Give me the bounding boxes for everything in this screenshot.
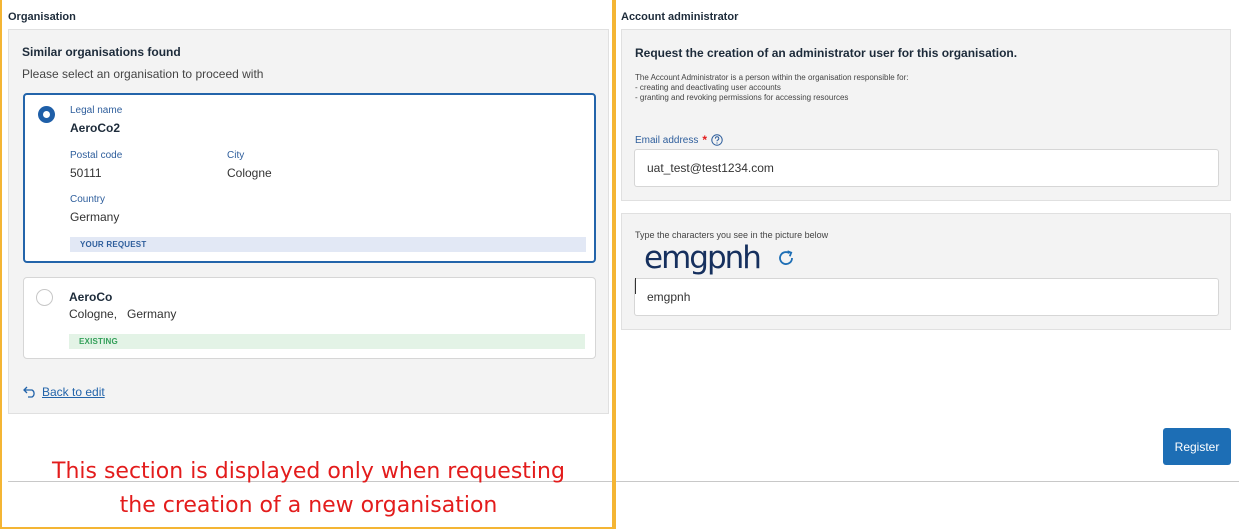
email-input[interactable] — [634, 149, 1219, 187]
postal-code-value: 50111 — [70, 166, 102, 180]
city-value: Cologne — [227, 166, 272, 180]
undo-arrow-icon — [23, 386, 35, 398]
description-line: - granting and revoking permissions for … — [635, 93, 849, 102]
existing-org-location: Cologne, Germany — [69, 307, 177, 321]
similar-orgs-subheading: Please select an organisation to proceed… — [22, 67, 264, 81]
your-request-badge: YOUR REQUEST — [70, 237, 586, 252]
email-label-text: Email address — [635, 134, 699, 146]
legal-name-value: AeroCo2 — [70, 121, 121, 135]
captcha-input[interactable] — [634, 278, 1219, 316]
account-admin-heading: Request the creation of an administrator… — [635, 46, 1018, 60]
legal-name-label: Legal name — [70, 105, 123, 116]
captcha-instructions: Type the characters you see in the pictu… — [635, 230, 829, 240]
captcha-image: emgpnh — [644, 240, 762, 276]
existing-badge: EXISTING — [69, 334, 585, 349]
description-line: The Account Administrator is a person wi… — [635, 73, 909, 82]
org-radio-selected[interactable] — [38, 106, 55, 123]
required-mark: * — [702, 133, 708, 147]
email-field-label: Email address * — [635, 133, 723, 147]
captcha-image-row: emgpnh — [644, 240, 796, 276]
org-radio-unselected[interactable] — [36, 289, 53, 306]
back-to-edit-label: Back to edit — [42, 385, 105, 399]
description-line: - creating and deactivating user account… — [635, 83, 781, 92]
organisation-column: Organisation Similar organisations found… — [0, 0, 1239, 529]
register-button[interactable]: Register — [1163, 428, 1231, 465]
account-admin-panel: Request the creation of an administrator… — [621, 29, 1231, 201]
captcha-panel: Type the characters you see in the pictu… — [621, 213, 1231, 330]
city-label: City — [227, 150, 245, 161]
refresh-icon[interactable] — [776, 248, 796, 268]
organisation-panel: Similar organisations found Please selec… — [8, 29, 609, 414]
text-caret — [635, 278, 636, 294]
account-admin-description: The Account Administrator is a person wi… — [635, 73, 908, 103]
annotation-line-1: This section is displayed only when requ… — [52, 459, 565, 484]
organisation-section-title: Organisation — [8, 11, 76, 23]
org-candidate-card-aeroco[interactable]: AeroCo Cologne, Germany EXISTING — [23, 277, 596, 359]
country-label: Country — [70, 194, 106, 205]
similar-orgs-heading: Similar organisations found — [22, 45, 181, 59]
annotation-line-2: the creation of a new organisation — [119, 493, 498, 518]
help-icon[interactable] — [711, 134, 723, 146]
existing-org-name: AeroCo — [69, 290, 113, 304]
account-section-title: Account administrator — [621, 11, 739, 23]
postal-code-label: Postal code — [70, 150, 123, 161]
org-candidate-card-aeroco2[interactable]: Legal name AeroCo2 Postal code 50111 Cit… — [23, 93, 596, 263]
new-org-annotation: This section is displayed only when requ… — [8, 455, 609, 523]
country-value: Germany — [70, 210, 120, 224]
back-to-edit-link[interactable]: Back to edit — [23, 385, 105, 399]
